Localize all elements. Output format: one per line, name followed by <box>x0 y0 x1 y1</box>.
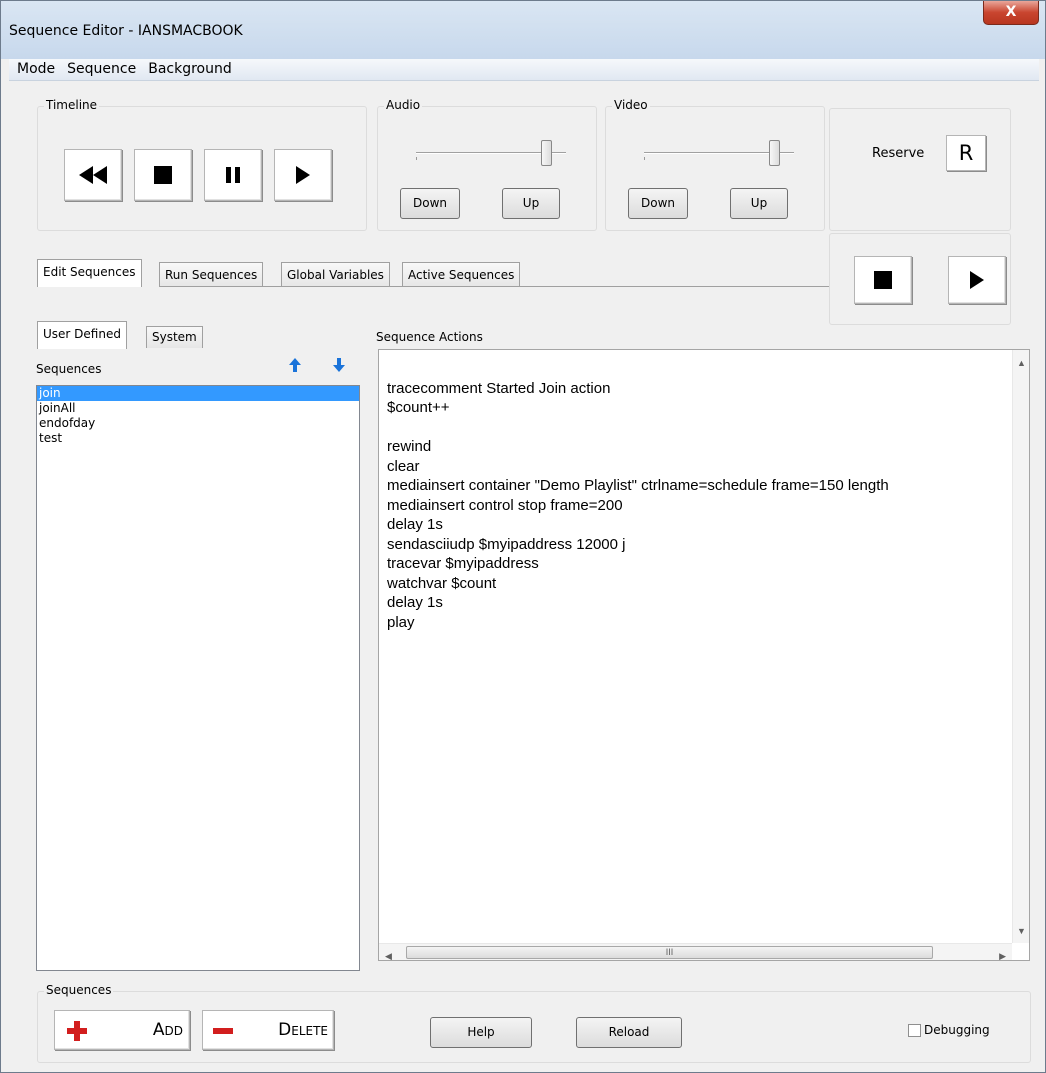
sequence-editor-window: Sequence Editor - IANSMACBOOK X Mode Sequ… <box>0 0 1046 1073</box>
scroll-left-icon[interactable]: ◀ <box>385 947 392 967</box>
menu-mode[interactable]: Mode <box>13 59 59 80</box>
tab-run-sequences[interactable]: Run Sequences <box>159 262 264 287</box>
editor-line: watchvar $count <box>387 574 497 592</box>
add-button-label: Add <box>152 1020 183 1040</box>
vertical-scrollbar[interactable]: ▲ ▼ <box>1012 350 1029 943</box>
scroll-down-icon[interactable]: ▼ <box>1017 922 1026 942</box>
editor-line: tracevar $myipaddress <box>387 555 539 572</box>
delete-button[interactable]: Delete <box>202 1010 334 1050</box>
stop-button[interactable] <box>134 149 192 201</box>
play-button[interactable] <box>274 149 332 201</box>
editor-line: delay 1s <box>387 594 443 611</box>
reload-button[interactable]: Reload <box>576 1017 682 1048</box>
stop-icon <box>154 166 172 184</box>
audio-up-button[interactable]: Up <box>502 188 560 219</box>
audio-down-button[interactable]: Down <box>400 188 460 219</box>
arrow-up-icon <box>289 358 301 372</box>
timeline-label: Timeline <box>44 98 100 112</box>
tab-global-variables[interactable]: Global Variables <box>281 262 390 287</box>
rewind-button[interactable] <box>64 149 122 201</box>
transport-group <box>829 233 1011 325</box>
video-up-button[interactable]: Up <box>730 188 788 219</box>
scroll-right-icon[interactable]: ▶ <box>999 947 1006 967</box>
editor-line: $count++ <box>387 399 450 416</box>
editor-line: sendasciiudp $myipaddress 12000 j <box>387 535 626 553</box>
play-icon <box>296 166 310 184</box>
audio-label: Audio <box>384 98 423 112</box>
tab-user-defined[interactable]: User Defined <box>37 321 127 349</box>
close-button[interactable]: X <box>983 1 1039 25</box>
video-label: Video <box>612 98 650 112</box>
menu-sequence[interactable]: Sequence <box>63 59 140 80</box>
audio-group: Audio Down Up <box>377 98 597 231</box>
reserve-label: Reserve <box>872 146 925 161</box>
tab-active-sequences[interactable]: Active Sequences <box>402 262 521 287</box>
move-down-button[interactable] <box>333 358 347 374</box>
rewind-icon <box>79 166 107 184</box>
bottom-sequences-group: Sequences Add Delete Help Reload Debuggi… <box>37 983 1031 1063</box>
sequence-actions-label: Sequence Actions <box>376 330 483 344</box>
delete-button-label: Delete <box>278 1020 328 1040</box>
bottom-sequences-label: Sequences <box>44 983 114 997</box>
list-item[interactable]: join <box>37 386 359 401</box>
reserve-button[interactable]: R <box>946 135 986 171</box>
tab-strip-line <box>159 286 829 287</box>
help-button[interactable]: Help <box>430 1017 532 1048</box>
menu-background[interactable]: Background <box>144 59 236 80</box>
editor-line: tracecomment Started Join action <box>387 379 611 397</box>
play-icon <box>970 271 984 289</box>
editor-line: delay 1s <box>387 516 443 533</box>
pause-icon <box>226 167 240 183</box>
arrow-down-icon <box>333 358 345 372</box>
title-bar: Sequence Editor - IANSMACBOOK X <box>1 1 1045 59</box>
video-slider-thumb[interactable] <box>769 140 780 166</box>
client-area: Timeline Audio Down Up Video Down Up Res… <box>9 81 1039 1069</box>
editor-line: mediainsert control stop frame=200 <box>387 496 623 514</box>
editor-line: clear <box>387 457 420 475</box>
list-item[interactable]: test <box>37 431 359 446</box>
editor-line: mediainsert container "Demo Playlist" ct… <box>387 477 889 494</box>
debugging-checkbox[interactable] <box>908 1024 921 1037</box>
sequences-list[interactable]: join joinAll endofday test <box>36 385 360 971</box>
editor-line: rewind <box>387 438 432 455</box>
move-up-button[interactable] <box>289 358 303 374</box>
video-group: Video Down Up <box>605 98 825 231</box>
timeline-group: Timeline <box>37 98 367 231</box>
pause-button[interactable] <box>204 149 262 201</box>
list-item[interactable]: endofday <box>37 416 359 431</box>
tab-edit-sequences[interactable]: Edit Sequences <box>37 259 142 287</box>
debugging-label: Debugging <box>924 1023 990 1037</box>
sequence-actions-editor[interactable]: tracecomment Started Join action $count+… <box>378 349 1030 961</box>
transport-stop-button[interactable] <box>854 256 912 304</box>
add-button[interactable]: Add <box>54 1010 190 1050</box>
video-slider-tick <box>644 157 645 160</box>
minus-icon <box>213 1028 233 1034</box>
editor-line: play <box>387 613 415 631</box>
transport-play-button[interactable] <box>948 256 1006 304</box>
stop-icon <box>874 271 892 289</box>
horizontal-scrollbar[interactable]: ◀ III ▶ <box>379 943 1012 961</box>
video-down-button[interactable]: Down <box>628 188 688 219</box>
list-item[interactable]: joinAll <box>37 401 359 416</box>
sequences-label: Sequences <box>36 362 102 376</box>
plus-icon <box>67 1021 87 1041</box>
scroll-up-icon[interactable]: ▲ <box>1017 354 1026 374</box>
horizontal-scroll-thumb[interactable]: III <box>406 946 933 959</box>
audio-slider-thumb[interactable] <box>541 140 552 166</box>
tab-system[interactable]: System <box>146 326 203 348</box>
menu-bar: Mode Sequence Background <box>9 59 1039 81</box>
editor-text-area[interactable]: tracecomment Started Join action $count+… <box>387 359 1011 942</box>
audio-slider-tick <box>416 157 417 160</box>
window-title: Sequence Editor - IANSMACBOOK <box>9 23 243 39</box>
reserve-group: Reserve R <box>829 108 1011 231</box>
